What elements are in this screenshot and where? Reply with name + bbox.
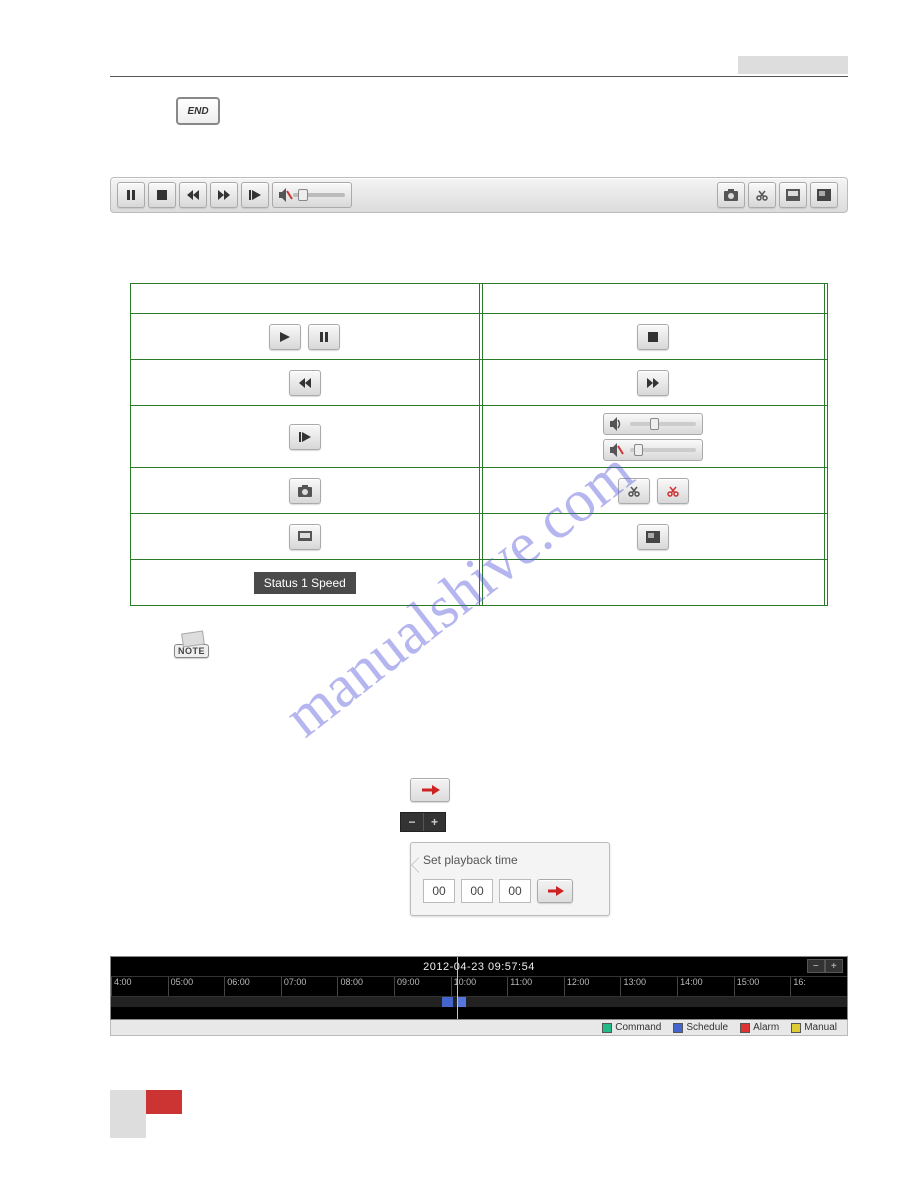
play-icon [269,324,301,350]
volume-mute-slider[interactable] [272,182,352,208]
playback-min-input[interactable] [461,879,493,903]
timeline-tick: 10:00 [451,977,508,996]
digital-zoom-icon [637,524,669,550]
timeline-zoom-out-icon[interactable]: − [807,959,825,973]
zoom-out-icon[interactable]: − [401,813,423,831]
header-divider [110,76,848,77]
playback-toolbar [110,177,848,213]
timeline-timestamp: 2012-04-23 09:57:54 [423,961,535,973]
timeline-tick: 15:00 [734,977,791,996]
playback-hour-input[interactable] [423,879,455,903]
timeline-tick: 11:00 [507,977,564,996]
timeline-tick: 08:00 [337,977,394,996]
playback-go-button[interactable] [410,778,450,802]
step-forward-button[interactable] [241,182,269,208]
timeline-tick: 12:00 [564,977,621,996]
timeline-legend: Command Schedule Alarm Manual [110,1020,848,1036]
timeline[interactable]: 2012-04-23 09:57:54 − + 4:0005:0006:0007… [110,956,848,1020]
snapshot-icon [289,478,321,504]
zoom-in-icon[interactable]: + [423,813,445,831]
footer-page-blocks [110,1090,182,1138]
timeline-tick: 13:00 [620,977,677,996]
note-icon: NOTE [174,632,214,658]
stop-icon [637,324,669,350]
timeline-zoom-control[interactable]: − + [400,812,446,832]
fastforward-button[interactable] [210,182,238,208]
playback-buttons-table: Status 1 Speed [130,283,828,606]
zoom-view-button[interactable] [810,182,838,208]
timeline-ticks: 4:0005:0006:0007:0008:0009:0010:0011:001… [111,977,847,997]
timeline-zoom-buttons[interactable]: − + [807,959,843,973]
legend-schedule: Schedule [686,1022,728,1033]
legend-command: Command [615,1022,661,1033]
pause-button[interactable] [117,182,145,208]
timeline-tick: 05:00 [168,977,225,996]
playback-time-go-button[interactable] [537,879,573,903]
set-playback-time-popup: Set playback time [410,842,610,916]
status-speed-label: Status 1 Speed [254,572,356,594]
rewind-button[interactable] [179,182,207,208]
end-icon-label: END [176,97,220,125]
playback-sec-input[interactable] [499,879,531,903]
pause-icon [308,324,340,350]
timeline-cursor[interactable] [457,957,458,1019]
timeline-tick: 07:00 [281,977,338,996]
timeline-zoom-in-icon[interactable]: + [825,959,843,973]
timeline-tick: 09:00 [394,977,451,996]
snapshot-button[interactable] [717,182,745,208]
stop-button[interactable] [148,182,176,208]
timeline-tick: 16: [790,977,847,996]
download-icon [289,524,321,550]
volume-mute-slider-cell [603,439,703,461]
rewind-icon [289,370,321,396]
timeline-tick: 14:00 [677,977,734,996]
volume-on-slider [603,413,703,435]
download-button[interactable] [779,182,807,208]
timeline-tick: 06:00 [224,977,281,996]
header-page-label [738,56,848,74]
end-icon: END [176,97,220,127]
clip-start-icon [618,478,650,504]
fastforward-icon [637,370,669,396]
speaker-mute-icon [279,188,293,202]
clip-button[interactable] [748,182,776,208]
step-forward-icon [289,424,321,450]
timeline-bar[interactable] [111,997,847,1007]
timeline-tick: 4:00 [111,977,168,996]
clip-stop-icon [657,478,689,504]
legend-manual: Manual [804,1022,837,1033]
legend-alarm: Alarm [753,1022,779,1033]
popup-title: Set playback time [423,853,597,867]
